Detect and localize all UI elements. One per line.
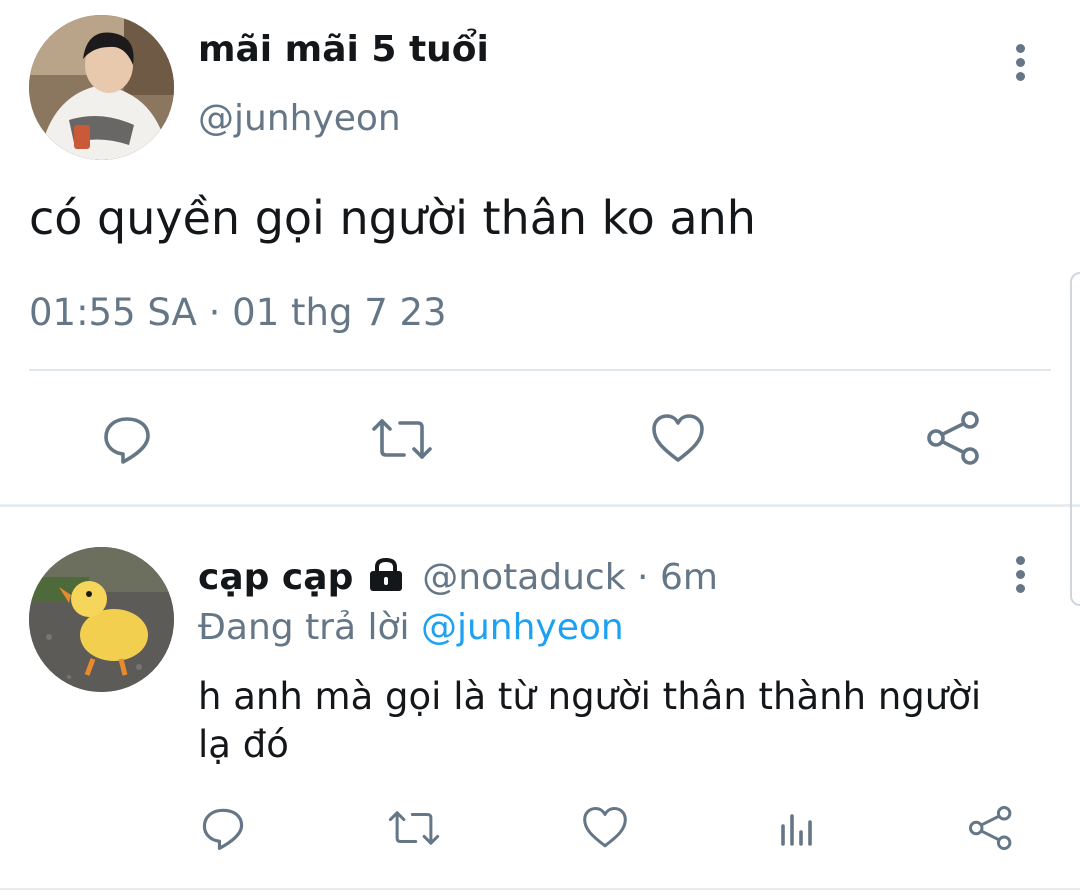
reply-icon[interactable]: [98, 410, 156, 468]
reply-header: cạp cạp @notaduck · 6m: [198, 556, 718, 600]
separator-dot: ·: [637, 557, 649, 598]
duckling-photo: [29, 547, 174, 692]
replying-to-label: Đang trả lời: [198, 607, 410, 648]
divider: [0, 504, 1080, 507]
lock-icon: [367, 557, 405, 603]
reply-text-line2: lạ đó: [198, 723, 289, 766]
reply-text-line1: h anh mà gọi là từ người thân thành ngườ…: [198, 675, 982, 718]
author-name[interactable]: mãi mãi 5 tuổi: [198, 28, 489, 72]
tweet-time[interactable]: 6m: [660, 557, 718, 598]
share-icon[interactable]: [924, 408, 984, 468]
retweet-icon[interactable]: [386, 803, 442, 853]
scrollbar[interactable]: [1070, 272, 1080, 606]
replying-to-handle[interactable]: @junhyeon: [421, 607, 624, 648]
tweet-timestamp[interactable]: 01:55 SA · 01 thg 7 23: [29, 290, 447, 336]
author-handle[interactable]: @notaduck: [422, 557, 625, 598]
more-options-icon[interactable]: [1016, 44, 1026, 86]
avatar[interactable]: [29, 547, 174, 692]
avatar[interactable]: [29, 15, 174, 160]
analytics-icon[interactable]: [774, 803, 820, 853]
replying-to: Đang trả lời @junhyeon: [198, 606, 624, 650]
reply-icon[interactable]: [198, 803, 248, 853]
like-icon[interactable]: [649, 410, 707, 468]
retweet-icon[interactable]: [370, 410, 434, 468]
share-icon[interactable]: [966, 803, 1016, 853]
author-name[interactable]: cạp cạp: [198, 557, 353, 598]
tweet-text: có quyền gọi người thân ko anh: [29, 191, 756, 245]
divider: [29, 369, 1051, 371]
more-options-icon[interactable]: [1016, 556, 1026, 598]
like-icon[interactable]: [580, 803, 630, 853]
divider: [0, 888, 1080, 890]
author-handle[interactable]: @junhyeon: [198, 97, 401, 141]
person-in-white-hoodie-photo: [29, 15, 174, 160]
